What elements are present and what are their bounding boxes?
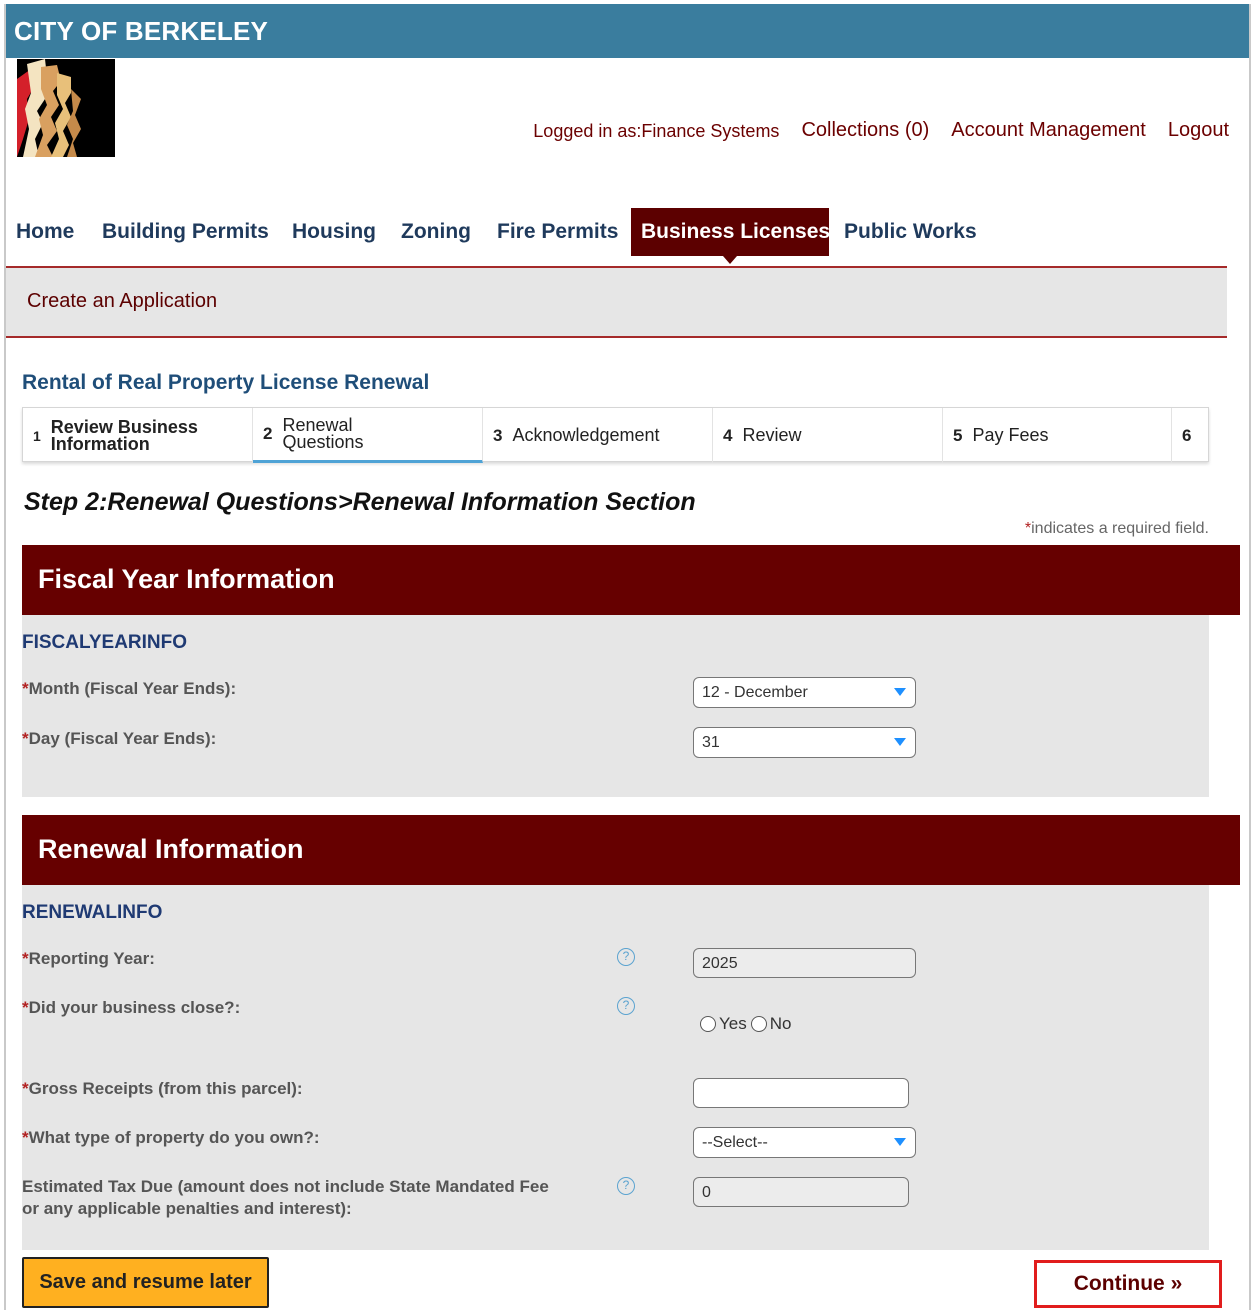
month-select[interactable]: 12 - December	[693, 677, 916, 708]
step-4-number: 4	[723, 425, 733, 445]
yes-radio[interactable]	[700, 1016, 716, 1032]
nav-housing[interactable]: Housing	[292, 208, 376, 256]
sub-nav-bar: Create an Application	[6, 268, 1227, 338]
save-and-resume-later-button[interactable]: Save and resume later	[22, 1257, 269, 1308]
day-select[interactable]: 31	[693, 727, 916, 758]
nav-zoning[interactable]: Zoning	[401, 208, 471, 256]
estimated-tax-label: Estimated Tax Due (amount does not inclu…	[22, 1177, 549, 1218]
required-note-text: indicates a required field.	[1031, 520, 1209, 537]
reporting-year-input[interactable]: 2025	[693, 948, 916, 978]
property-type-select[interactable]: --Select--	[693, 1127, 916, 1158]
step-1-number: 1	[33, 427, 41, 444]
fiscal-year-section-body	[22, 615, 1209, 797]
step-6-number: 6	[1182, 425, 1192, 445]
site-header-bar: CITY OF BERKELEY	[6, 4, 1249, 58]
fiscal-year-section-header: Fiscal Year Information	[22, 545, 1240, 615]
step-3[interactable]: 3 Acknowledgement	[483, 408, 713, 463]
account-links: Logged in as:Finance Systems Collections…	[533, 119, 1229, 142]
city-title: CITY OF BERKELEY	[14, 16, 269, 46]
step-6[interactable]: 6	[1172, 408, 1209, 463]
step-5-number: 5	[953, 425, 963, 445]
reporting-year-value: 2025	[702, 955, 738, 972]
property-type-value: --Select--	[702, 1134, 768, 1151]
logout-link[interactable]: Logout	[1168, 119, 1229, 142]
renewal-section-header: Renewal Information	[22, 815, 1240, 885]
step-2-number: 2	[263, 424, 273, 443]
create-application-link[interactable]: Create an Application	[27, 290, 217, 313]
nav-building-permits[interactable]: Building Permits	[102, 208, 269, 256]
nav-home[interactable]: Home	[16, 208, 74, 256]
business-close-radio-group: Yes No	[700, 1014, 791, 1034]
step-3-number: 3	[493, 425, 503, 445]
reporting-year-label: *Reporting Year:	[22, 949, 155, 968]
application-title: Rental of Real Property License Renewal	[22, 371, 430, 394]
step-4[interactable]: 4 Review	[713, 408, 943, 463]
collections-link[interactable]: Collections (0)	[801, 119, 929, 142]
help-icon[interactable]: ?	[617, 1177, 635, 1195]
account-management-link[interactable]: Account Management	[951, 119, 1146, 142]
step-2-label: Renewal Questions	[282, 415, 364, 452]
no-radio-label[interactable]: No	[770, 1014, 792, 1034]
nav-public-works[interactable]: Public Works	[844, 208, 977, 256]
help-icon[interactable]: ?	[617, 997, 635, 1015]
main-nav: Home Building Permits Housing Zoning Fir…	[6, 208, 1227, 268]
fiscal-year-subhead: FISCALYEARINFO	[22, 632, 188, 653]
renewal-section-title: Renewal Information	[38, 834, 304, 864]
nav-fire-permits[interactable]: Fire Permits	[497, 208, 618, 256]
step-2[interactable]: 2 Renewal Questions	[253, 408, 483, 463]
step-1-label: Review Business Information	[50, 416, 198, 454]
property-type-label: *What type of property do you own?:	[22, 1128, 320, 1147]
estimated-tax-input: 0	[693, 1177, 909, 1207]
renewal-subhead: RENEWALINFO	[22, 902, 163, 923]
dropdown-arrow-icon	[894, 738, 906, 746]
day-select-value: 31	[702, 734, 720, 751]
dropdown-arrow-icon	[894, 1138, 906, 1146]
logged-in-link[interactable]: Logged in as:Finance Systems	[533, 119, 779, 142]
step-4-label: Review	[742, 425, 802, 445]
month-field-label: *Month (Fiscal Year Ends):	[22, 679, 237, 698]
gross-receipts-label: *Gross Receipts (from this parcel):	[22, 1079, 303, 1098]
step-progress-bar: 1 Review Business Information 2 Renewal …	[22, 407, 1209, 463]
help-icon[interactable]: ?	[617, 948, 635, 966]
dropdown-arrow-icon	[894, 688, 906, 696]
step-1[interactable]: 1 Review Business Information	[23, 408, 253, 463]
active-tab-caret	[723, 256, 737, 264]
month-select-value: 12 - December	[702, 684, 808, 701]
step-3-label: Acknowledgement	[512, 425, 660, 445]
continue-button[interactable]: Continue »	[1034, 1260, 1222, 1308]
no-radio[interactable]	[750, 1016, 767, 1032]
fiscal-year-section-title: Fiscal Year Information	[38, 564, 335, 594]
gross-receipts-input[interactable]	[693, 1078, 909, 1108]
step-heading: Step 2:Renewal Questions>Renewal Informa…	[24, 488, 696, 516]
step-5[interactable]: 5 Pay Fees	[943, 408, 1172, 463]
nav-business-licenses-label: Business Licenses	[641, 220, 831, 243]
city-logo	[17, 59, 115, 157]
day-field-label: *Day (Fiscal Year Ends):	[22, 729, 217, 748]
nav-business-licenses[interactable]: Business Licenses	[631, 208, 831, 264]
required-field-note: *indicates a required field.	[1025, 520, 1209, 538]
yes-radio-label[interactable]: Yes	[719, 1014, 747, 1034]
business-close-label: *Did your business close?:	[22, 998, 241, 1017]
step-5-label: Pay Fees	[972, 425, 1049, 445]
estimated-tax-value: 0	[702, 1184, 711, 1201]
